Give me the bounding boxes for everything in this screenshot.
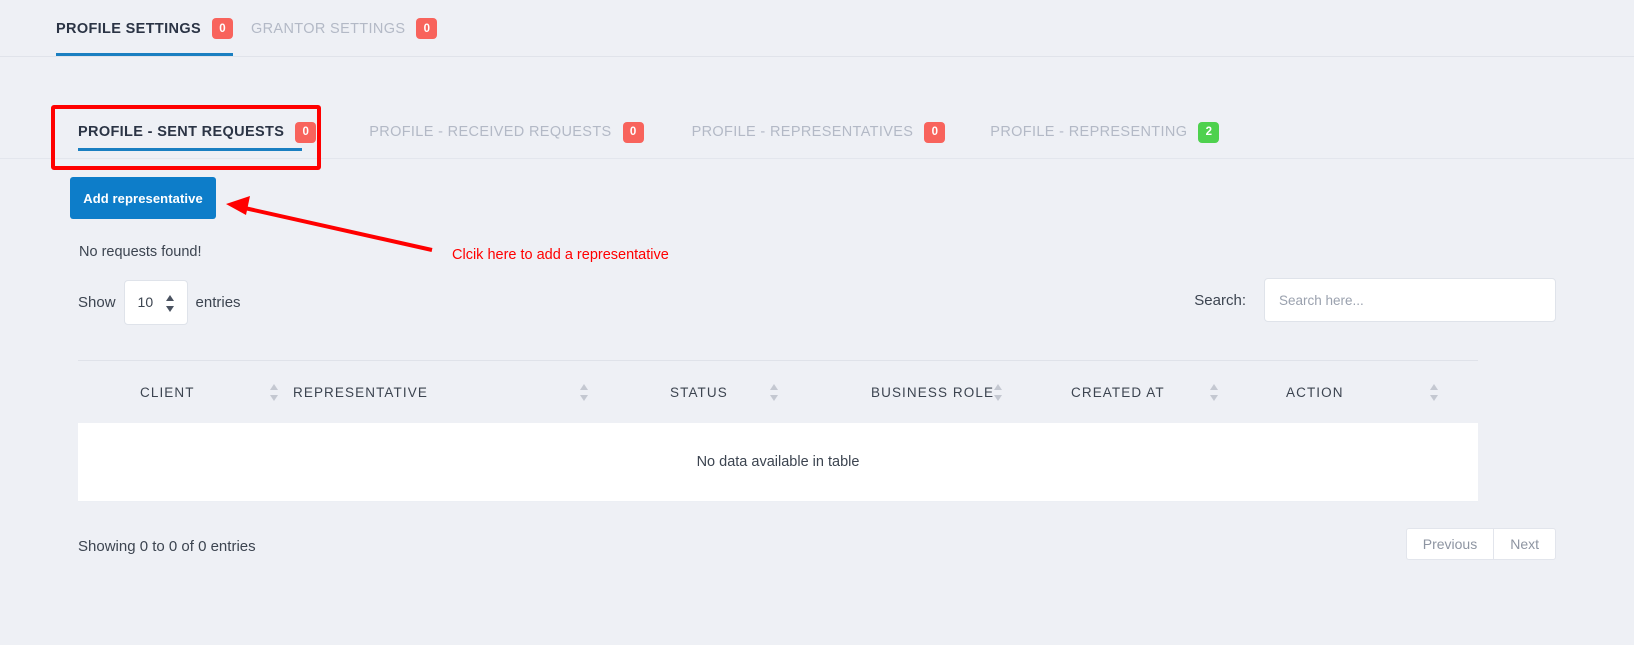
sort-icon-client[interactable]: [270, 383, 279, 401]
sort-icon-action[interactable]: [1430, 383, 1439, 401]
annotation-callout-text: Clcik here to add a representative: [452, 247, 669, 263]
subtab-profile-representatives-label: PROFILE - REPRESENTATIVES: [691, 124, 914, 140]
tab-profile-settings-badge: 0: [211, 18, 233, 39]
subtab-profile-representatives[interactable]: PROFILE - REPRESENTATIVES 0: [692, 106, 946, 158]
column-header-representative-label: REPRESENTATIVE: [293, 384, 428, 400]
showing-entries-info: Showing 0 to 0 of 0 entries: [78, 538, 256, 555]
column-header-business-role-label: BUSINESS ROLE: [871, 384, 995, 400]
subtab-profile-sent-requests[interactable]: PROFILE - SENT REQUESTS 0: [78, 106, 317, 158]
column-header-status[interactable]: STATUS: [603, 383, 793, 401]
tab-profile-settings[interactable]: PROFILE SETTINGS 0: [56, 18, 233, 56]
stepper-arrows-icon: [165, 295, 175, 312]
pagination: Previous Next: [1405, 528, 1556, 560]
sub-tab-bar: PROFILE - SENT REQUESTS 0 PROFILE - RECE…: [0, 106, 1634, 159]
tab-grantor-settings[interactable]: GRANTOR SETTINGS 0: [250, 18, 438, 56]
sort-icon-representative[interactable]: [580, 383, 589, 401]
entries-per-page-select[interactable]: 10: [123, 280, 188, 325]
subtab-profile-sent-requests-label: PROFILE - SENT REQUESTS: [78, 124, 285, 140]
representatives-table: CLIENT REPRESENTATIVE STATUS BUSINESS RO…: [78, 360, 1478, 502]
table-empty-message: No data available in table: [696, 454, 860, 470]
sort-icon-created-at[interactable]: [1210, 383, 1219, 401]
column-header-created-at[interactable]: CREATED AT: [1008, 383, 1233, 401]
subtab-profile-representing-badge: 2: [1198, 121, 1220, 143]
entries-per-page-value: 10: [137, 294, 154, 310]
pagination-next-button[interactable]: Next: [1493, 528, 1556, 560]
tab-profile-settings-label: PROFILE SETTINGS: [56, 20, 201, 37]
tab-grantor-settings-badge: 0: [416, 18, 438, 39]
subtab-profile-received-requests-badge: 0: [622, 121, 644, 143]
column-header-client[interactable]: CLIENT: [78, 383, 293, 401]
no-requests-message: No requests found!: [79, 244, 202, 260]
length-menu-prefix-label: Show: [78, 294, 116, 311]
column-header-action-label: ACTION: [1286, 384, 1344, 400]
search-label: Search:: [1194, 291, 1246, 309]
column-header-created-at-label: CREATED AT: [1071, 384, 1165, 400]
subtab-profile-received-requests-label: PROFILE - RECEIVED REQUESTS: [369, 124, 612, 140]
table-empty-row: No data available in table: [78, 423, 1478, 502]
tab-grantor-settings-label: GRANTOR SETTINGS: [250, 20, 406, 37]
column-header-representative[interactable]: REPRESENTATIVE: [293, 383, 603, 401]
pagination-previous-button[interactable]: Previous: [1405, 528, 1494, 560]
subtab-profile-representatives-badge: 0: [924, 121, 946, 143]
search-area: Search:: [1194, 278, 1556, 322]
sort-icon-status[interactable]: [770, 383, 779, 401]
search-input[interactable]: [1264, 278, 1556, 322]
sort-icon-business-role[interactable]: [994, 383, 1003, 401]
column-header-business-role[interactable]: BUSINESS ROLE: [793, 383, 1008, 401]
top-tab-bar: PROFILE SETTINGS 0 GRANTOR SETTINGS 0: [0, 0, 1634, 57]
subtab-profile-representing-label: PROFILE - REPRESENTING: [990, 124, 1188, 140]
subtab-profile-sent-requests-badge: 0: [295, 121, 317, 143]
table-header-row: CLIENT REPRESENTATIVE STATUS BUSINESS RO…: [78, 361, 1478, 423]
subtab-profile-representing[interactable]: PROFILE - REPRESENTING 2: [990, 106, 1220, 158]
column-header-client-label: CLIENT: [140, 384, 195, 400]
column-header-action[interactable]: ACTION: [1233, 383, 1453, 401]
add-representative-button[interactable]: Add representative: [70, 177, 216, 219]
column-header-status-label: STATUS: [670, 384, 728, 400]
length-menu-suffix-label: entries: [195, 294, 241, 311]
subtab-profile-received-requests[interactable]: PROFILE - RECEIVED REQUESTS 0: [369, 106, 644, 158]
length-menu: Show 10 entries: [78, 280, 241, 325]
